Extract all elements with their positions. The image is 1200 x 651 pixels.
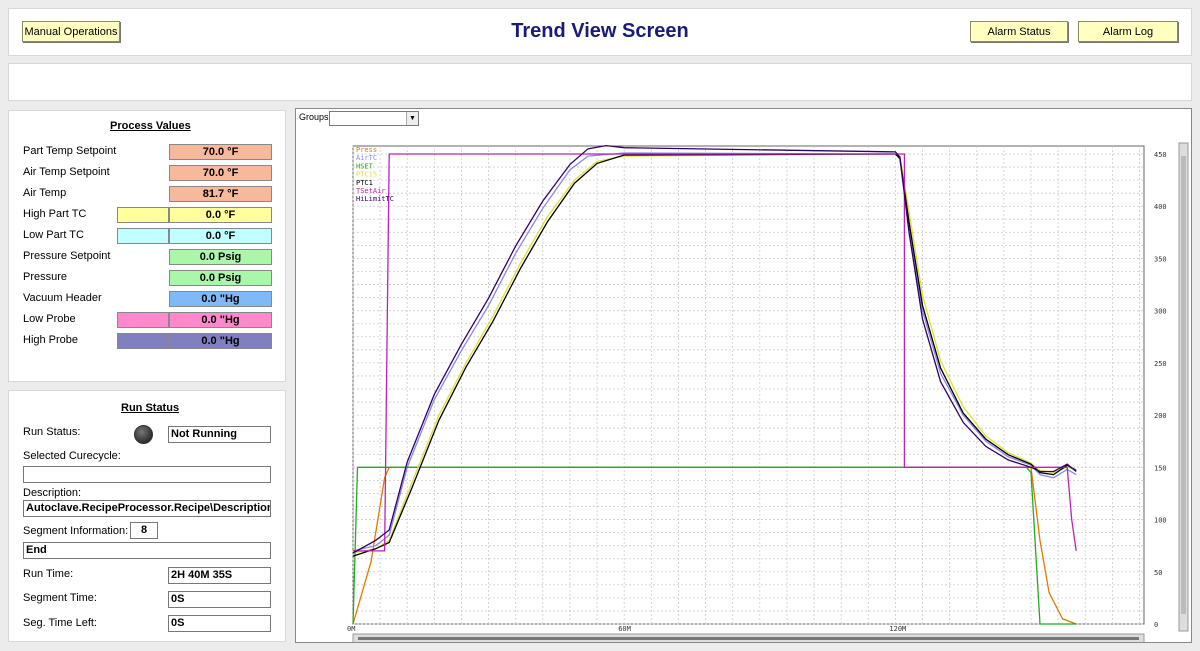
pv-value: 81.7 °F: [169, 186, 272, 202]
pv-value: 0.0 °F: [169, 228, 272, 244]
pv-label: Air Temp: [23, 187, 67, 199]
segment-info-label: Segment Information:: [23, 525, 129, 537]
manual-operations-button[interactable]: Manual Operations: [22, 21, 120, 42]
segment-time-value: 0S: [168, 591, 271, 608]
x-tick-label: 120M: [889, 625, 906, 633]
pv-label: Air Temp Setpoint: [23, 166, 110, 178]
seg-time-left-label: Seg. Time Left:: [23, 617, 97, 629]
pv-color-swatch: [117, 312, 169, 328]
pv-label: High Probe: [23, 334, 79, 346]
y-tick-label: 150: [1154, 464, 1167, 472]
scrollbar-track: [358, 637, 1139, 640]
alarm-status-button[interactable]: Alarm Status: [970, 21, 1068, 42]
y-tick-label: 250: [1154, 360, 1167, 368]
legend-entry: PTC15: [356, 171, 377, 179]
trend-chart: 0 50 100 150 200 250 300 350 400 450 0M 60M 120M Pres…: [347, 142, 1189, 642]
seg-time-left-value: 0S: [168, 615, 271, 632]
vertical-scrollbar-thumb: [1181, 156, 1186, 614]
plot-area: [352, 145, 1145, 625]
run-status-panel: Run Status Run Status: Not Running Selec…: [8, 390, 286, 642]
segment-info-value: 8: [130, 522, 158, 539]
segment-name-field: End: [23, 542, 271, 559]
run-status-label: Run Status:: [23, 426, 81, 438]
segment-time-label: Segment Time:: [23, 592, 97, 604]
y-tick-label: 50: [1154, 569, 1162, 577]
selected-curecycle-label: Selected Curecycle:: [23, 450, 121, 462]
alarm-log-button[interactable]: Alarm Log: [1078, 21, 1178, 42]
y-tick-label: 0: [1154, 621, 1158, 629]
run-status-value: Not Running: [168, 426, 271, 443]
pv-label: High Part TC: [23, 208, 87, 220]
x-tick-label: 60M: [618, 625, 631, 633]
pv-value: 0.0 "Hg: [169, 312, 272, 328]
y-tick-label: 200: [1154, 412, 1167, 420]
message-bar: [8, 63, 1192, 101]
pv-color-swatch: [117, 207, 169, 223]
legend-entry: PTC1: [356, 179, 373, 187]
description-label: Description:: [23, 487, 82, 499]
selected-curecycle-field[interactable]: [23, 466, 271, 483]
run-time-label: Run Time:: [23, 568, 74, 580]
legend-entry: TSetAir: [356, 187, 386, 195]
process-values-panel: Process Values Part Temp Setpoint 70.0 °F…: [8, 110, 286, 382]
run-status-title: Run Status: [121, 402, 180, 414]
pv-value: 0.0 Psig: [169, 270, 272, 286]
description-field: Autoclave.RecipeProcessor.Recipe\Descrip…: [23, 500, 271, 517]
pv-label: Part Temp Setpoint: [23, 145, 117, 157]
pv-color-swatch: [117, 228, 169, 244]
pv-label: Pressure: [23, 271, 68, 283]
pv-value: 70.0 °F: [169, 165, 272, 181]
pv-label: Low Probe: [23, 313, 76, 325]
pv-label: Low Part TC: [23, 229, 84, 241]
pv-value: 70.0 °F: [169, 144, 272, 160]
run-time-value: 2H 40M 35S: [168, 567, 271, 584]
y-tick-label: 350: [1154, 255, 1167, 263]
y-tick-label: 300: [1154, 308, 1167, 316]
pv-color-swatch: [117, 333, 169, 349]
pv-label: Vacuum Header: [23, 292, 102, 304]
legend-entry: AirTC: [356, 154, 377, 162]
y-tick-label: 400: [1154, 203, 1167, 211]
trend-panel: Groups ▼ 0 50 100 150 200 250 300 350 400 450 0M 60…: [295, 108, 1192, 643]
pv-label: Pressure Setpoint: [23, 250, 111, 262]
page-title: Trend View Screen: [511, 20, 689, 42]
legend-entry: Press: [356, 146, 377, 154]
pv-value: 0.0 "Hg: [169, 333, 272, 349]
run-status-indicator: [134, 425, 153, 444]
pv-value: 0.0 Psig: [169, 249, 272, 265]
legend-entry: HiLimitTC: [356, 195, 394, 203]
y-tick-label: 100: [1154, 517, 1167, 525]
x-tick-label: 0M: [347, 625, 355, 633]
y-tick-label: 450: [1154, 151, 1167, 159]
pv-value: 0.0 "Hg: [169, 291, 272, 307]
process-values-title: Process Values: [110, 120, 191, 132]
legend-entry: HSET: [356, 162, 374, 170]
pv-value: 0.0 °F: [169, 207, 272, 223]
